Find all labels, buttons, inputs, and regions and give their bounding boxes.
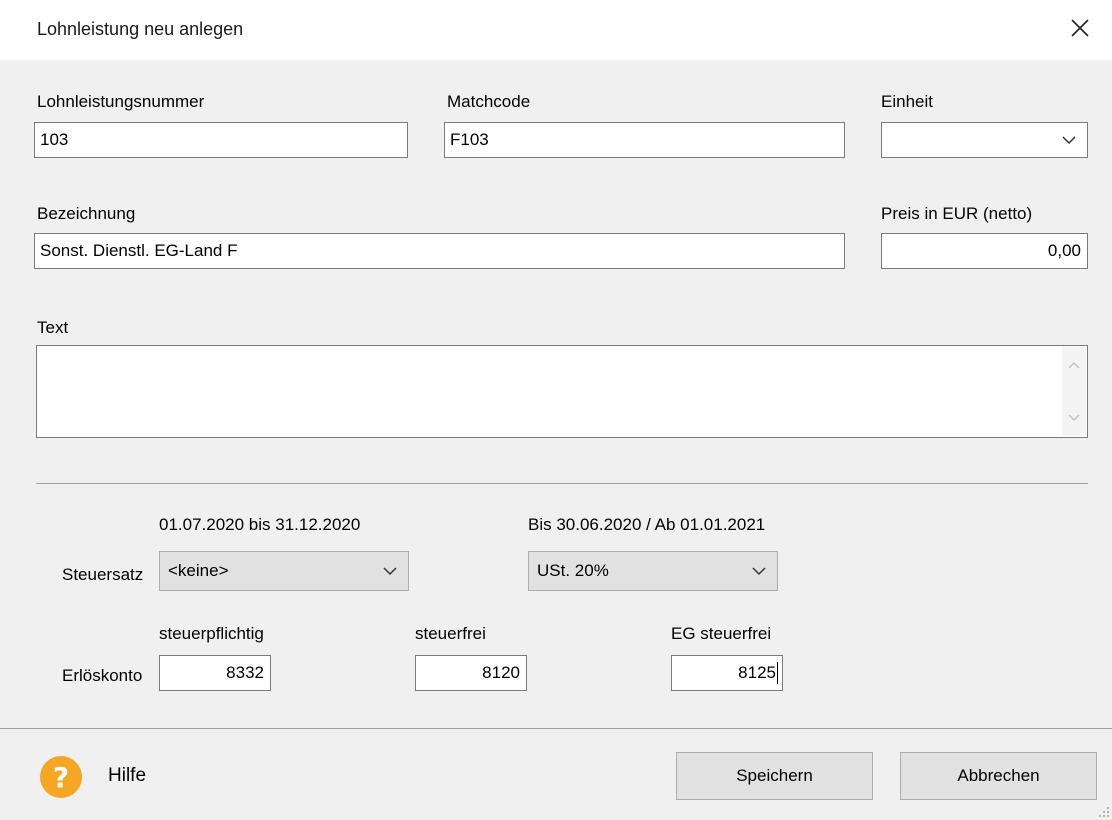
- text-cursor: [777, 662, 778, 684]
- matchcode-label: Matchcode: [447, 92, 531, 111]
- scroll-up-icon[interactable]: [1066, 357, 1082, 373]
- help-link[interactable]: Hilfe: [108, 765, 146, 787]
- lohnleistungsnummer-value: 103: [40, 130, 69, 149]
- footer-separator: [0, 728, 1112, 729]
- bezeichnung-value: Sonst. Dienstl. EG-Land F: [40, 241, 238, 260]
- cancel-button[interactable]: Abbrechen: [900, 752, 1097, 800]
- steuerpflichtig-value: 8332: [226, 663, 264, 682]
- text-area[interactable]: [36, 345, 1088, 438]
- separator: [36, 483, 1088, 484]
- steuersatz-period2-select[interactable]: USt. 20%: [528, 551, 778, 591]
- preis-label: Preis in EUR (netto): [881, 204, 1033, 223]
- period2-label: Bis 30.06.2020 / Ab 01.01.2021: [528, 515, 766, 534]
- steuersatz-period1-value: <keine>: [168, 561, 229, 580]
- resize-grip-icon[interactable]: [1098, 806, 1110, 818]
- chevron-down-icon: [1062, 136, 1076, 145]
- steuerpflichtig-input[interactable]: 8332: [159, 655, 271, 691]
- text-label: Text: [37, 318, 69, 337]
- eg-steuerfrei-label: EG steuerfrei: [671, 624, 772, 643]
- text-scrollbar[interactable]: [1062, 347, 1086, 436]
- bezeichnung-label: Bezeichnung: [37, 204, 136, 223]
- close-button[interactable]: [1062, 10, 1098, 46]
- steuerfrei-value: 8120: [482, 663, 520, 682]
- erloeskonto-label: Erlöskonto: [62, 666, 143, 685]
- preis-input[interactable]: 0,00: [881, 233, 1088, 269]
- help-icon[interactable]: ?: [40, 756, 82, 798]
- bezeichnung-input[interactable]: Sonst. Dienstl. EG-Land F: [34, 233, 845, 269]
- scroll-down-icon[interactable]: [1066, 410, 1082, 426]
- steuersatz-period2-value: USt. 20%: [537, 561, 609, 580]
- steuersatz-label: Steuersatz: [62, 565, 144, 584]
- matchcode-value: F103: [450, 130, 489, 149]
- einheit-label: Einheit: [881, 92, 933, 111]
- close-icon: [1071, 19, 1089, 37]
- steuerfrei-label: steuerfrei: [415, 624, 486, 643]
- lohnleistungsnummer-label: Lohnleistungsnummer: [37, 92, 205, 111]
- preis-value: 0,00: [1047, 241, 1081, 260]
- eg-steuerfrei-input[interactable]: 8125: [671, 655, 783, 691]
- steuerfrei-input[interactable]: 8120: [415, 655, 527, 691]
- title-bar: Lohnleistung neu anlegen: [0, 0, 1112, 60]
- lohnleistungsnummer-input[interactable]: 103: [34, 122, 408, 158]
- period1-label: 01.07.2020 bis 31.12.2020: [159, 515, 361, 534]
- matchcode-input[interactable]: F103: [444, 122, 845, 158]
- steuersatz-period1-select[interactable]: <keine>: [159, 551, 409, 591]
- save-button[interactable]: Speichern: [676, 752, 873, 800]
- steuerpflichtig-label: steuerpflichtig: [159, 624, 264, 643]
- eg-steuerfrei-value: 8125: [738, 663, 776, 682]
- chevron-down-icon: [752, 567, 766, 576]
- window-title: Lohnleistung neu anlegen: [37, 19, 244, 39]
- einheit-select[interactable]: [881, 122, 1088, 158]
- chevron-down-icon: [383, 567, 397, 576]
